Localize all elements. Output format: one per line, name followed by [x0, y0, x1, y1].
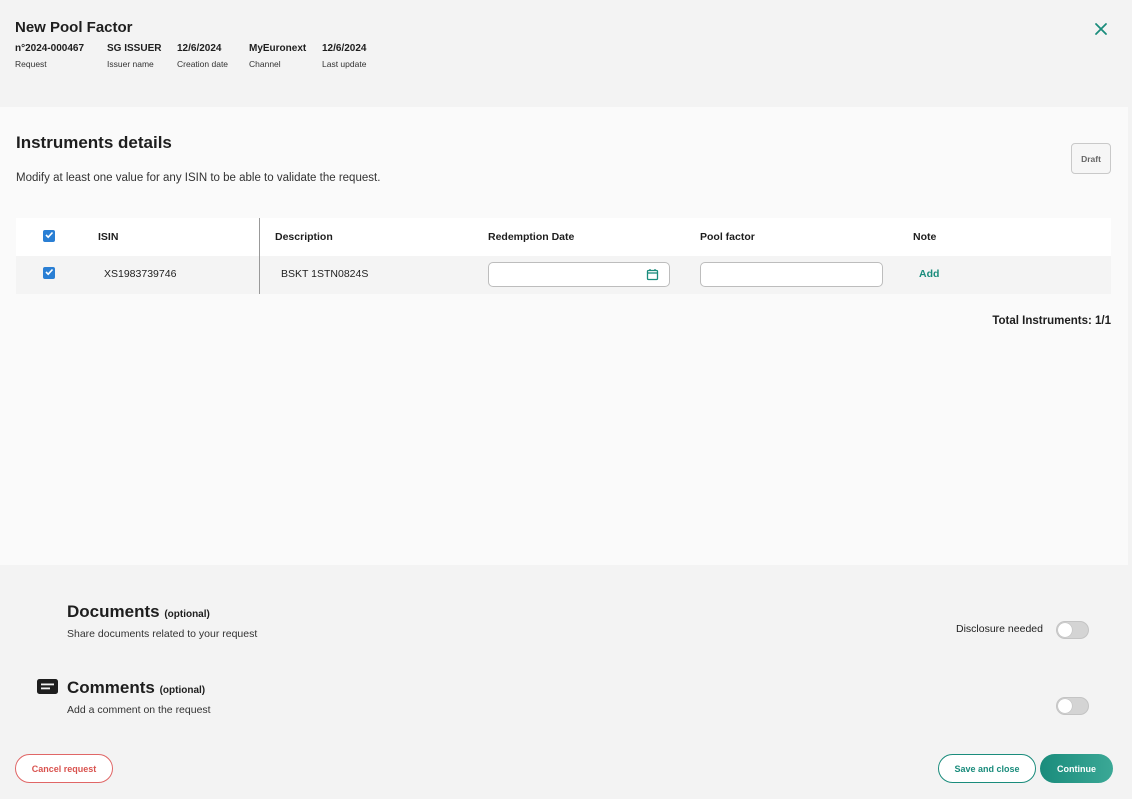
meta-value: n°2024-000467: [15, 43, 85, 54]
continue-button[interactable]: Continue: [1040, 754, 1113, 783]
meta-label: Creation date: [177, 59, 229, 69]
section-title: Instruments details: [16, 133, 172, 152]
optional-tag: (optional): [164, 609, 210, 620]
column-header-note[interactable]: Note: [913, 218, 936, 256]
section-subtitle: Modify at least one value for any ISIN t…: [16, 172, 381, 184]
meta-label: Issuer name: [107, 59, 154, 69]
meta-creation-date: 12/6/2024 Creation date: [177, 43, 228, 69]
meta-value: SG ISSUER: [107, 43, 162, 54]
row-checkbox[interactable]: [43, 267, 55, 279]
close-icon[interactable]: [1091, 20, 1111, 40]
comments-title-text: Comments: [67, 678, 155, 697]
meta-label: Request: [15, 59, 47, 69]
column-header-description[interactable]: Description: [275, 218, 333, 256]
total-instruments: Total Instruments: 1/1: [992, 315, 1111, 327]
meta-value: MyEuronext: [249, 43, 307, 54]
cancel-request-button[interactable]: Cancel request: [15, 754, 113, 783]
meta-value: 12/6/2024: [322, 43, 367, 54]
meta-label: Channel: [249, 59, 281, 69]
documents-subtitle: Share documents related to your request: [67, 628, 258, 640]
instruments-table: ISIN Description Redemption Date Pool fa…: [16, 218, 1111, 294]
comments-toggle[interactable]: [1056, 697, 1089, 715]
meta-issuer: SG ISSUER Issuer name: [107, 43, 161, 69]
check-icon: [45, 231, 54, 239]
toggle-knob: [1058, 623, 1072, 637]
column-header-pool-factor[interactable]: Pool factor: [700, 218, 755, 256]
optional-tag: (optional): [159, 685, 206, 696]
pool-factor-input[interactable]: [700, 262, 883, 287]
instruments-panel: Instruments details Modify at least one …: [0, 107, 1128, 565]
calendar-icon[interactable]: [646, 268, 659, 281]
documents-title: Documents (optional): [67, 602, 210, 622]
column-header-redemption-date[interactable]: Redemption Date: [488, 218, 574, 256]
column-header-isin[interactable]: ISIN: [98, 218, 118, 256]
disclosure-label: Disclosure needed: [956, 623, 1043, 635]
toggle-knob: [1058, 699, 1072, 713]
isin-cell: XS1983739746: [104, 268, 177, 280]
table-header: ISIN Description Redemption Date Pool fa…: [16, 218, 1111, 256]
documents-title-text: Documents: [67, 602, 160, 621]
disclosure-toggle[interactable]: [1056, 621, 1089, 639]
add-note-link[interactable]: Add: [919, 256, 939, 292]
comments-subtitle: Add a comment on the request: [67, 704, 211, 716]
check-icon: [45, 268, 54, 276]
description-cell: BSKT 1STN0824S: [281, 268, 369, 280]
meta-label: Last update: [322, 59, 367, 69]
column-divider: [259, 218, 260, 294]
redemption-date-input[interactable]: [488, 262, 670, 287]
select-all-checkbox[interactable]: [43, 230, 55, 242]
meta-last-update: 12/6/2024 Last update: [322, 43, 367, 69]
meta-value: 12/6/2024: [177, 43, 222, 54]
meta-channel: MyEuronext Channel: [249, 43, 306, 69]
page-title: New Pool Factor: [15, 19, 133, 36]
meta-request: n°2024-000467 Request: [15, 43, 84, 69]
request-header: New Pool Factor n°2024-000467 Request SG…: [0, 0, 1132, 107]
table-row: XS1983739746 BSKT 1STN0824S Add: [16, 256, 1111, 294]
save-and-close-button[interactable]: Save and close: [938, 754, 1036, 783]
comments-title: Comments (optional): [67, 678, 205, 698]
comment-icon: [37, 679, 58, 694]
status-badge: Draft: [1071, 143, 1111, 174]
